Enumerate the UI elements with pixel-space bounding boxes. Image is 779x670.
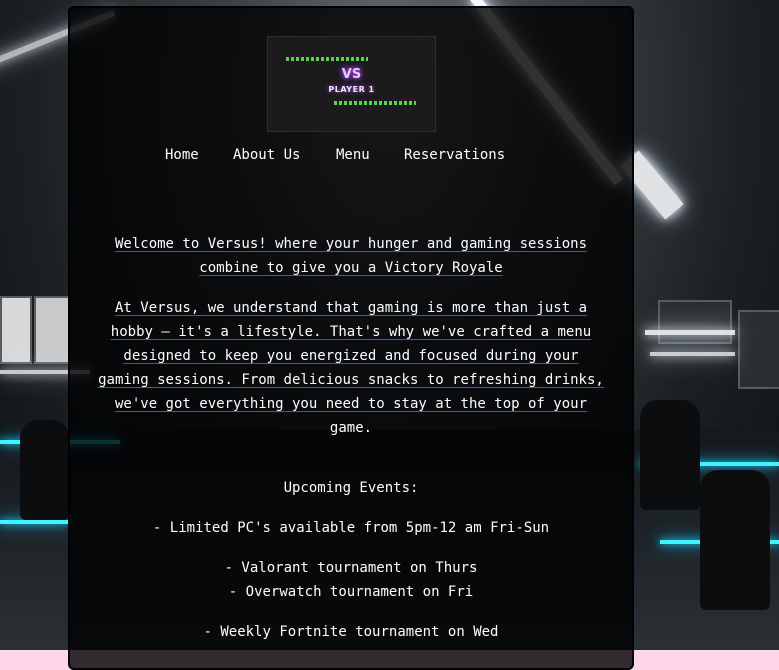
wall-light-strip	[650, 352, 735, 356]
content-panel: VS PLAYER 1 Home About Us Menu Reservati…	[68, 6, 634, 670]
welcome-line: combine to give you a Victory Royale	[199, 260, 503, 276]
gaming-chair	[640, 400, 700, 510]
nav-reservations-link[interactable]: Reservations	[404, 147, 505, 163]
event-group: - Valorant tournament on Thurs - Overwat…	[70, 556, 632, 604]
logo-vs-text: VS	[341, 67, 362, 82]
gaming-chair	[20, 420, 70, 520]
site-logo[interactable]: VS PLAYER 1	[267, 36, 436, 132]
nav-home-link[interactable]: Home	[165, 147, 199, 163]
logo-stripe	[334, 101, 416, 105]
event-item: - Overwatch tournament on Fri	[228, 584, 474, 600]
main-nav: Home About Us Menu Reservations	[70, 147, 632, 167]
nav-menu-link[interactable]: Menu	[336, 147, 370, 163]
wall-poster	[34, 296, 70, 364]
event-item: - Valorant tournament on Thurs	[224, 560, 478, 576]
event-item: - Limited PC's available from 5pm-12 am …	[152, 520, 550, 536]
wall-poster	[658, 300, 732, 344]
about-line: hobby – it's a lifestyle. That's why we'…	[110, 324, 592, 340]
about-line: game.	[329, 420, 373, 436]
nav-about-link[interactable]: About Us	[233, 147, 300, 163]
gaming-chair	[700, 470, 770, 610]
about-paragraph: At Versus, we understand that gaming is …	[70, 296, 632, 440]
welcome-line: Welcome to Versus! where your hunger and…	[114, 236, 587, 252]
about-line: gaming sessions. From delicious snacks t…	[98, 372, 604, 388]
about-line: we've got everything you need to stay at…	[114, 396, 587, 412]
about-line: designed to keep you energized and focus…	[123, 348, 579, 364]
about-line: At Versus, we understand that gaming is …	[114, 300, 587, 316]
wall-light-strip	[645, 330, 735, 335]
wall-poster	[738, 310, 779, 389]
logo-stripe	[286, 57, 368, 61]
event-item: - Weekly Fortnite tournament on Wed	[203, 624, 499, 640]
wall-poster	[0, 296, 32, 364]
events-heading: Upcoming Events:	[283, 480, 419, 496]
welcome-message: Welcome to Versus! where your hunger and…	[70, 232, 632, 280]
neon-light	[0, 520, 70, 524]
logo-player-text: PLAYER 1	[328, 85, 375, 94]
